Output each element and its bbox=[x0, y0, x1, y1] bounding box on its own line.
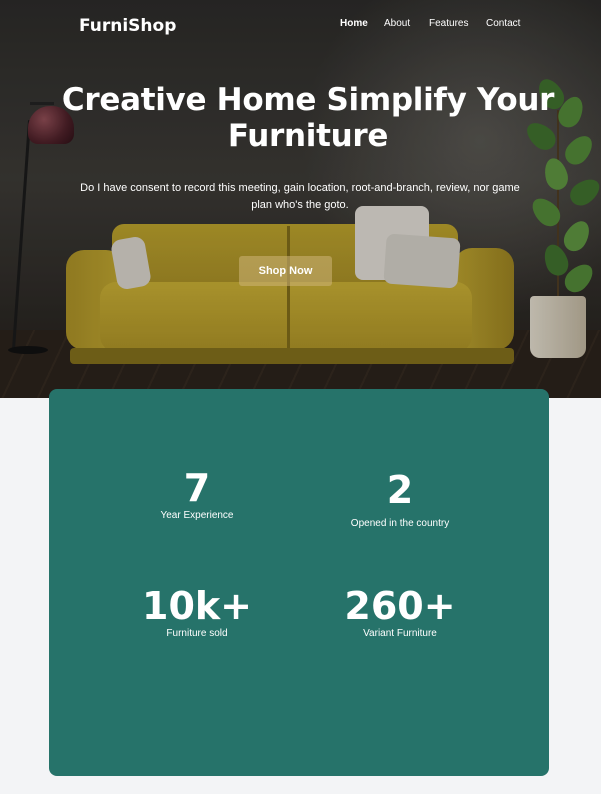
stat-value: 2 bbox=[386, 468, 414, 512]
top-navigation: FurniShop Home About Features Contact bbox=[0, 0, 601, 52]
stat-item: 2 Opened in the country bbox=[300, 469, 500, 531]
nav-link-about[interactable]: About bbox=[384, 18, 410, 29]
stat-label: Furniture sold bbox=[166, 628, 228, 639]
nav-link-home[interactable]: Home bbox=[340, 18, 368, 29]
stat-label: Year Experience bbox=[160, 510, 234, 521]
hero-title: Creative Home Simplify Your Furniture bbox=[61, 82, 555, 154]
nav-link-contact[interactable]: Contact bbox=[486, 18, 520, 29]
stat-item: 10k+ Furniture sold bbox=[97, 585, 297, 641]
stat-label: Variant Furniture bbox=[363, 628, 437, 639]
hero-subtitle: Do I have consent to record this meeting… bbox=[80, 182, 520, 211]
brand-logo[interactable]: FurniShop bbox=[79, 16, 176, 36]
stat-value: 260+ bbox=[344, 584, 456, 628]
stat-value: 7 bbox=[183, 466, 211, 510]
nav-link-features[interactable]: Features bbox=[429, 18, 468, 29]
stat-label: Opened in the country bbox=[350, 518, 450, 529]
shop-now-button[interactable]: Shop Now bbox=[239, 256, 332, 286]
stat-item: 7 Year Experience bbox=[97, 467, 297, 523]
stat-item: 260+ Variant Furniture bbox=[300, 585, 500, 641]
stats-panel: 7 Year Experience 2 Opened in the countr… bbox=[49, 389, 549, 776]
hero-section: FurniShop Home About Features Contact Cr… bbox=[0, 0, 601, 398]
stat-value: 10k+ bbox=[142, 584, 252, 628]
